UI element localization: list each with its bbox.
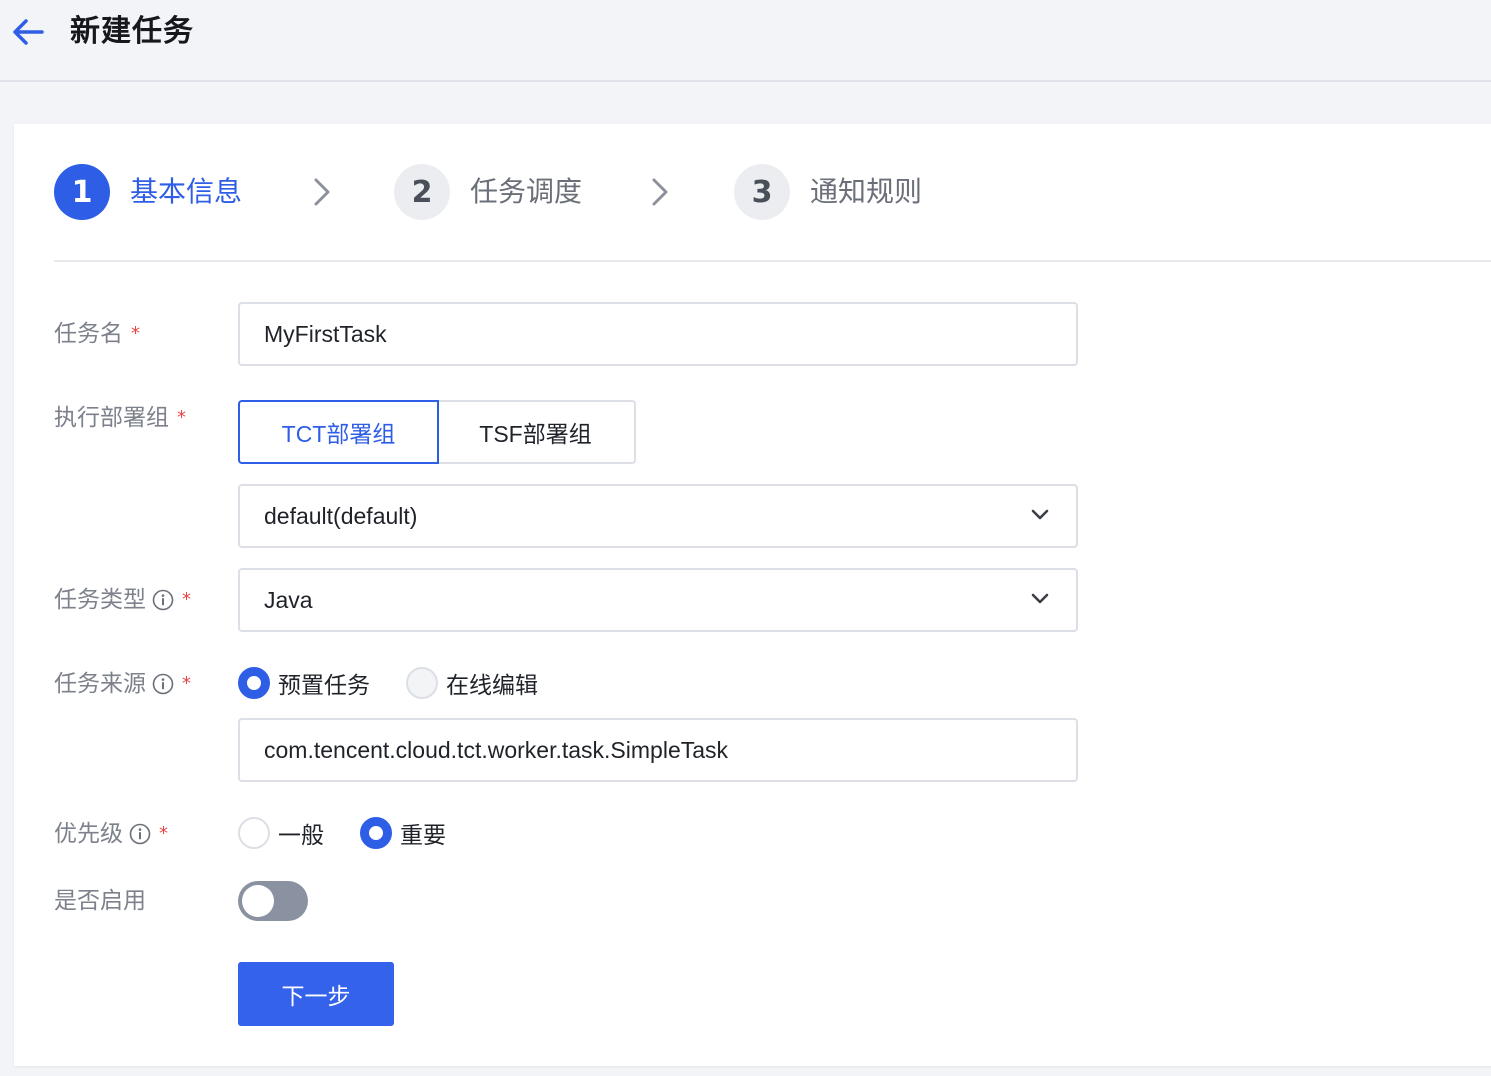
back-arrow-icon[interactable] — [10, 14, 46, 50]
info-icon[interactable] — [129, 823, 151, 845]
enabled-label: 是否启用 — [54, 886, 146, 916]
task-type-label: 任务类型 * — [54, 585, 191, 615]
info-icon[interactable] — [152, 589, 174, 611]
toggle-knob — [242, 885, 274, 917]
enabled-toggle[interactable] — [238, 881, 308, 921]
step-basic-info[interactable]: 1 基本信息 — [54, 164, 242, 220]
chevron-down-icon — [1031, 593, 1049, 604]
step-label: 通知规则 — [810, 175, 923, 208]
radio-label: 一般 — [278, 823, 324, 849]
step-number: 3 — [734, 164, 790, 220]
step-number: 2 — [394, 164, 450, 220]
priority-radio-group: 一般 重要 — [238, 816, 446, 850]
chevron-right-icon — [652, 178, 668, 206]
label-text: 任务类型 — [54, 587, 146, 613]
page-header: 新建任务 — [0, 0, 1491, 82]
required-mark: * — [159, 823, 168, 844]
required-mark: * — [182, 673, 191, 694]
task-name-label: 任务名 * — [54, 319, 140, 349]
select-value: default(default) — [264, 502, 418, 529]
radio-unchecked-icon — [406, 667, 438, 699]
required-mark: * — [177, 407, 186, 428]
required-mark: * — [182, 589, 191, 610]
step-label: 基本信息 — [130, 175, 243, 208]
label-text: 执行部署组 — [54, 405, 169, 431]
label-text: 任务名 — [54, 321, 123, 347]
form-card: 1 基本信息 2 任务调度 3 通知规则 任务名 * MyFirstTask 执… — [14, 124, 1491, 1066]
radio-priority-important[interactable]: 重要 — [360, 816, 446, 850]
task-type-select[interactable]: Java — [238, 568, 1078, 632]
info-icon[interactable] — [152, 673, 174, 695]
tct-deploy-group-tab[interactable]: TCT部署组 — [238, 400, 439, 464]
radio-label: 预置任务 — [278, 673, 370, 699]
label-text: 任务来源 — [54, 671, 146, 697]
radio-preset-task[interactable]: 预置任务 — [238, 666, 370, 700]
radio-unchecked-icon — [238, 817, 270, 849]
deploy-group-select[interactable]: default(default) — [238, 484, 1078, 548]
radio-checked-icon — [360, 817, 392, 849]
step-notify-rules[interactable]: 3 通知规则 — [734, 164, 922, 220]
page-title: 新建任务 — [70, 14, 194, 49]
select-value: Java — [264, 586, 313, 613]
task-class-input[interactable]: com.tencent.cloud.tct.worker.task.Simple… — [238, 718, 1078, 782]
task-source-label: 任务来源 * — [54, 669, 191, 699]
task-name-input[interactable]: MyFirstTask — [238, 302, 1078, 366]
input-value: MyFirstTask — [264, 320, 387, 347]
input-value: com.tencent.cloud.tct.worker.task.Simple… — [264, 736, 729, 763]
step-label: 任务调度 — [470, 175, 583, 208]
next-step-button[interactable]: 下一步 — [238, 962, 394, 1026]
radio-label: 在线编辑 — [446, 673, 538, 699]
radio-label: 重要 — [400, 823, 446, 849]
chevron-right-icon — [314, 178, 330, 206]
label-text: 优先级 — [54, 821, 123, 847]
label-text: 是否启用 — [54, 888, 146, 914]
radio-priority-normal[interactable]: 一般 — [238, 816, 324, 850]
task-source-radio-group: 预置任务 在线编辑 — [238, 666, 538, 700]
deploy-group-label: 执行部署组 * — [54, 403, 186, 433]
tsf-deploy-group-tab[interactable]: TSF部署组 — [437, 400, 636, 464]
radio-online-edit[interactable]: 在线编辑 — [406, 666, 538, 700]
chevron-down-icon — [1031, 509, 1049, 520]
step-task-schedule[interactable]: 2 任务调度 — [394, 164, 582, 220]
radio-checked-icon — [238, 667, 270, 699]
priority-label: 优先级 * — [54, 819, 168, 849]
required-mark: * — [131, 323, 140, 344]
steps-divider — [54, 260, 1491, 262]
step-number: 1 — [54, 164, 110, 220]
